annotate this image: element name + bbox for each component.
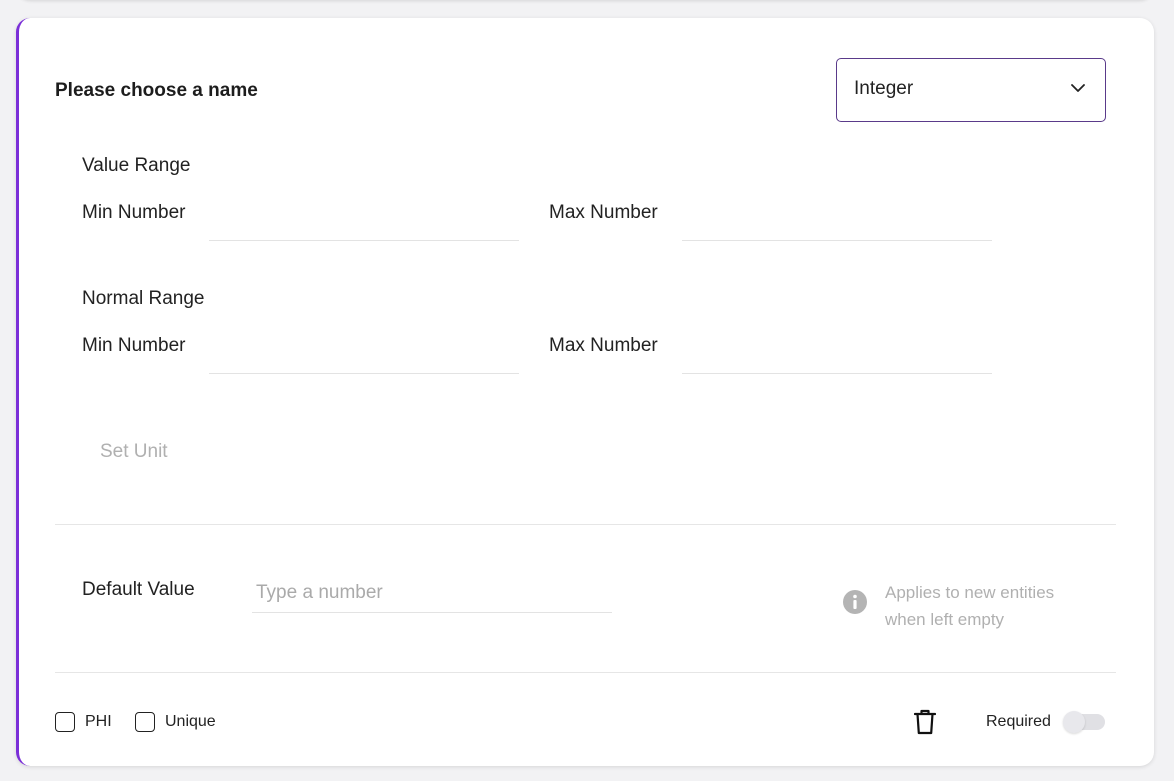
normal-range-max-input[interactable] [682, 334, 992, 374]
default-value-input[interactable] [252, 573, 612, 613]
chevron-down-icon [1071, 84, 1085, 92]
unique-label: Unique [165, 713, 216, 730]
default-value-hint-line1: Applies to new entities [885, 583, 1055, 602]
normal-range-min-label: Min Number [82, 335, 186, 356]
field-type-value: Integer [854, 78, 914, 99]
default-value-hint: Applies to new entities when left empty [885, 579, 1054, 633]
required-label: Required [986, 713, 1051, 730]
default-value-hint-line2: when left empty [885, 610, 1005, 629]
normal-range-min-input[interactable] [209, 334, 519, 374]
set-unit-button[interactable]: Set Unit [100, 441, 168, 463]
required-toggle[interactable] [1063, 711, 1105, 733]
value-range-max-label: Max Number [549, 202, 658, 223]
normal-range-heading: Normal Range [82, 288, 205, 309]
unique-checkbox[interactable] [135, 712, 155, 732]
required-toggle-knob [1063, 711, 1085, 733]
info-icon [843, 590, 867, 614]
divider [55, 672, 1116, 673]
value-range-min-input[interactable] [209, 201, 519, 241]
field-type-select[interactable]: Integer [836, 58, 1106, 122]
default-value-label: Default Value [82, 579, 195, 600]
normal-range-max-label: Max Number [549, 335, 658, 356]
phi-checkbox[interactable] [55, 712, 75, 732]
field-name-prompt[interactable]: Please choose a name [55, 80, 258, 102]
trash-icon[interactable] [914, 709, 936, 735]
field-card: Please choose a name Integer Value Range… [16, 18, 1154, 766]
value-range-max-input[interactable] [682, 201, 992, 241]
phi-label: PHI [85, 713, 112, 730]
value-range-min-label: Min Number [82, 202, 186, 223]
divider [55, 524, 1116, 525]
value-range-heading: Value Range [82, 155, 191, 176]
